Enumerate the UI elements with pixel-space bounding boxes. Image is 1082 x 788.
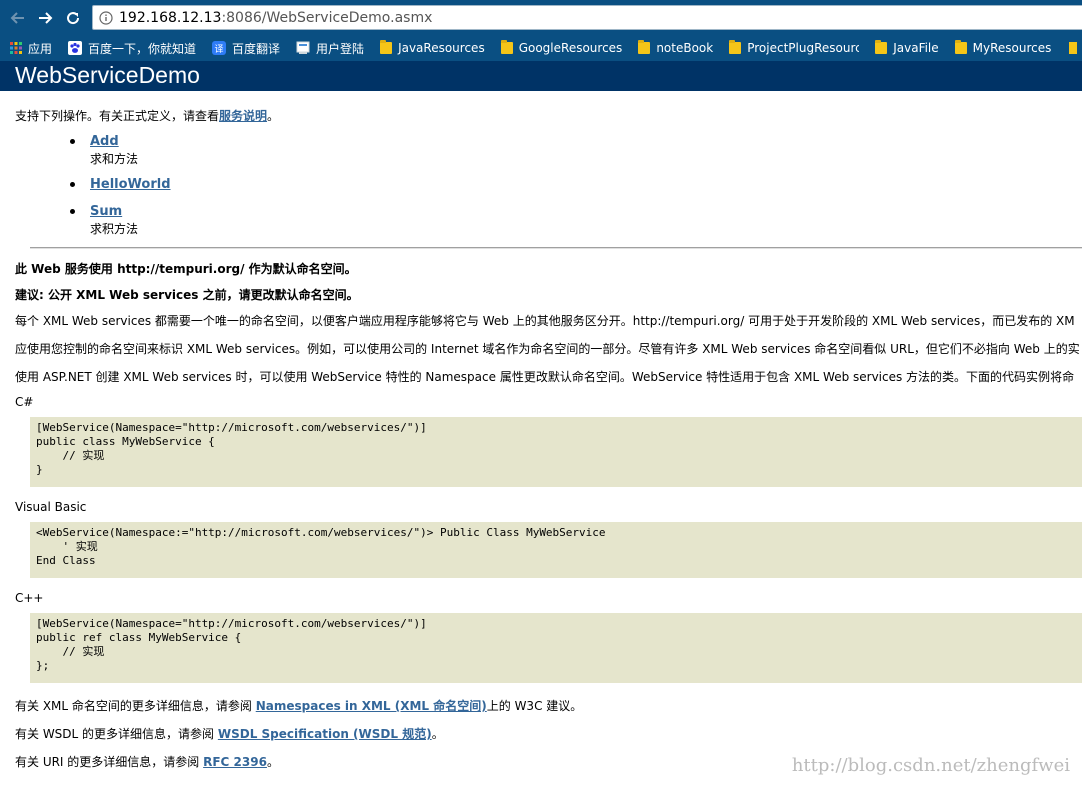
bookmark-label: GoogleResources — [518, 41, 623, 55]
recommendation: 建议: 公开 XML Web services 之前，请更改默认命名空间。 — [15, 288, 359, 302]
watermark: http://blog.csdn.net/zhengfwei — [791, 755, 1070, 776]
code-block-cpp: [WebService(Namespace="http://microsoft.… — [30, 613, 1082, 683]
service-description-link[interactable]: 服务说明 — [219, 109, 267, 123]
arrow-right-icon — [39, 12, 53, 24]
baidu-paw-icon — [68, 41, 83, 55]
operation-link-sum[interactable]: Sum — [90, 204, 122, 219]
folder-icon — [380, 40, 393, 54]
divider — [30, 247, 1082, 249]
bookmark-label: MyResources — [972, 41, 1052, 55]
reload-button[interactable] — [61, 6, 85, 30]
page-icon — [296, 41, 310, 55]
bookmark-label: 应用 — [28, 41, 53, 56]
bookmark-folder-myresources[interactable]: MyResources — [954, 40, 1052, 55]
arrow-left-icon — [10, 12, 24, 24]
code-lang-csharp: C# — [15, 395, 34, 409]
namespace-notice: 此 Web 服务使用 http://tempuri.org/ 作为默认命名空间。 — [15, 262, 357, 276]
xml-info: 有关 XML 命名空间的更多详细信息，请参阅 Namespaces in XML… — [15, 699, 583, 713]
bookmark-folder-javafile[interactable]: JavaFile — [875, 40, 939, 55]
bullet — [70, 209, 75, 214]
bookmarks-bar: 应用 百度一下，你就知道 译 百度翻译 用户登陆 JavaResources G… — [0, 35, 1082, 61]
intro-text: 支持下列操作。有关正式定义，请查看服务说明。 — [15, 109, 280, 123]
rfc-2396-link[interactable]: RFC 2396 — [203, 755, 267, 769]
bookmark-apps[interactable]: 应用 — [10, 40, 52, 57]
wsdl-info: 有关 WSDL 的更多详细信息，请参阅 WSDL Specification (… — [15, 727, 444, 741]
paragraph-1: 每个 XML Web services 都需要一个唯一的命名空间，以便客户端应用… — [15, 314, 1075, 328]
bookmark-baidu-translate[interactable]: 译 百度翻译 — [212, 40, 280, 57]
operation-desc: 求积方法 — [90, 222, 139, 236]
folder-icon — [729, 40, 742, 54]
url-host: 192.168.12.13 — [119, 9, 222, 26]
paragraph-2: 应使用您控制的命名空间来标识 XML Web services。例如，可以使用公… — [15, 342, 1080, 356]
bookmark-folder-notebook[interactable]: noteBook — [638, 40, 714, 55]
forward-button[interactable] — [33, 6, 57, 30]
code-lang-cpp: C++ — [15, 591, 44, 605]
paragraph-3: 使用 ASP.NET 创建 XML Web services 时，可以使用 We… — [15, 370, 1075, 384]
back-button[interactable] — [6, 6, 30, 30]
operation-link-helloworld[interactable]: HelloWorld — [90, 177, 171, 192]
bullet — [70, 139, 75, 144]
uri-info: 有关 URI 的更多详细信息，请参阅 RFC 2396。 — [15, 755, 279, 769]
url-text: 192.168.12.13:8086/WebServiceDemo.asmx — [119, 10, 432, 26]
bookmark-label: noteBook — [656, 41, 714, 55]
bookmark-label: 百度翻译 — [232, 41, 281, 56]
translate-icon: 译 — [212, 41, 227, 55]
info-icon[interactable] — [93, 10, 119, 25]
page-title: WebServiceDemo — [15, 62, 200, 88]
bookmark-user-login[interactable]: 用户登陆 — [296, 40, 364, 57]
page-header: WebServiceDemo — [0, 61, 1082, 91]
folder-icon[interactable] — [1069, 42, 1078, 54]
wsdl-spec-link[interactable]: WSDL Specification (WSDL 规范) — [218, 727, 432, 741]
apps-grid-icon — [10, 42, 22, 54]
folder-icon — [954, 40, 967, 54]
bookmark-folder-projectplugresource[interactable]: ProjectPlugResourc — [729, 40, 860, 55]
folder-icon — [875, 40, 888, 54]
operation-link-add[interactable]: Add — [90, 134, 119, 149]
bullet — [70, 182, 75, 187]
address-bar[interactable]: 192.168.12.13:8086/WebServiceDemo.asmx — [92, 5, 1082, 30]
bookmark-label: JavaResources — [398, 41, 485, 55]
bookmark-label: 用户登陆 — [316, 41, 365, 56]
code-block-vb: <WebService(Namespace:="http://microsoft… — [30, 522, 1082, 578]
namespaces-in-xml-link[interactable]: Namespaces in XML (XML 命名空间) — [256, 699, 487, 713]
svg-text:译: 译 — [215, 44, 224, 55]
folder-icon — [500, 40, 513, 54]
code-lang-vb: Visual Basic — [15, 500, 87, 514]
bookmark-label: JavaFile — [893, 41, 939, 55]
folder-icon — [638, 40, 651, 54]
code-block-csharp: [WebService(Namespace="http://microsoft.… — [30, 417, 1082, 487]
bookmark-baidu[interactable]: 百度一下，你就知道 — [68, 40, 196, 57]
reload-icon — [67, 12, 80, 25]
bookmark-label: 百度一下，你就知道 — [88, 41, 197, 56]
url-path: :8086/WebServiceDemo.asmx — [221, 9, 433, 26]
bookmark-folder-javaresources[interactable]: JavaResources — [380, 40, 485, 55]
bookmark-folder-googleresources[interactable]: GoogleResources — [500, 40, 623, 55]
browser-toolbar: 192.168.12.13:8086/WebServiceDemo.asmx — [0, 0, 1082, 35]
operation-desc: 求和方法 — [90, 152, 139, 166]
bookmark-label: ProjectPlugResourc — [747, 41, 860, 55]
